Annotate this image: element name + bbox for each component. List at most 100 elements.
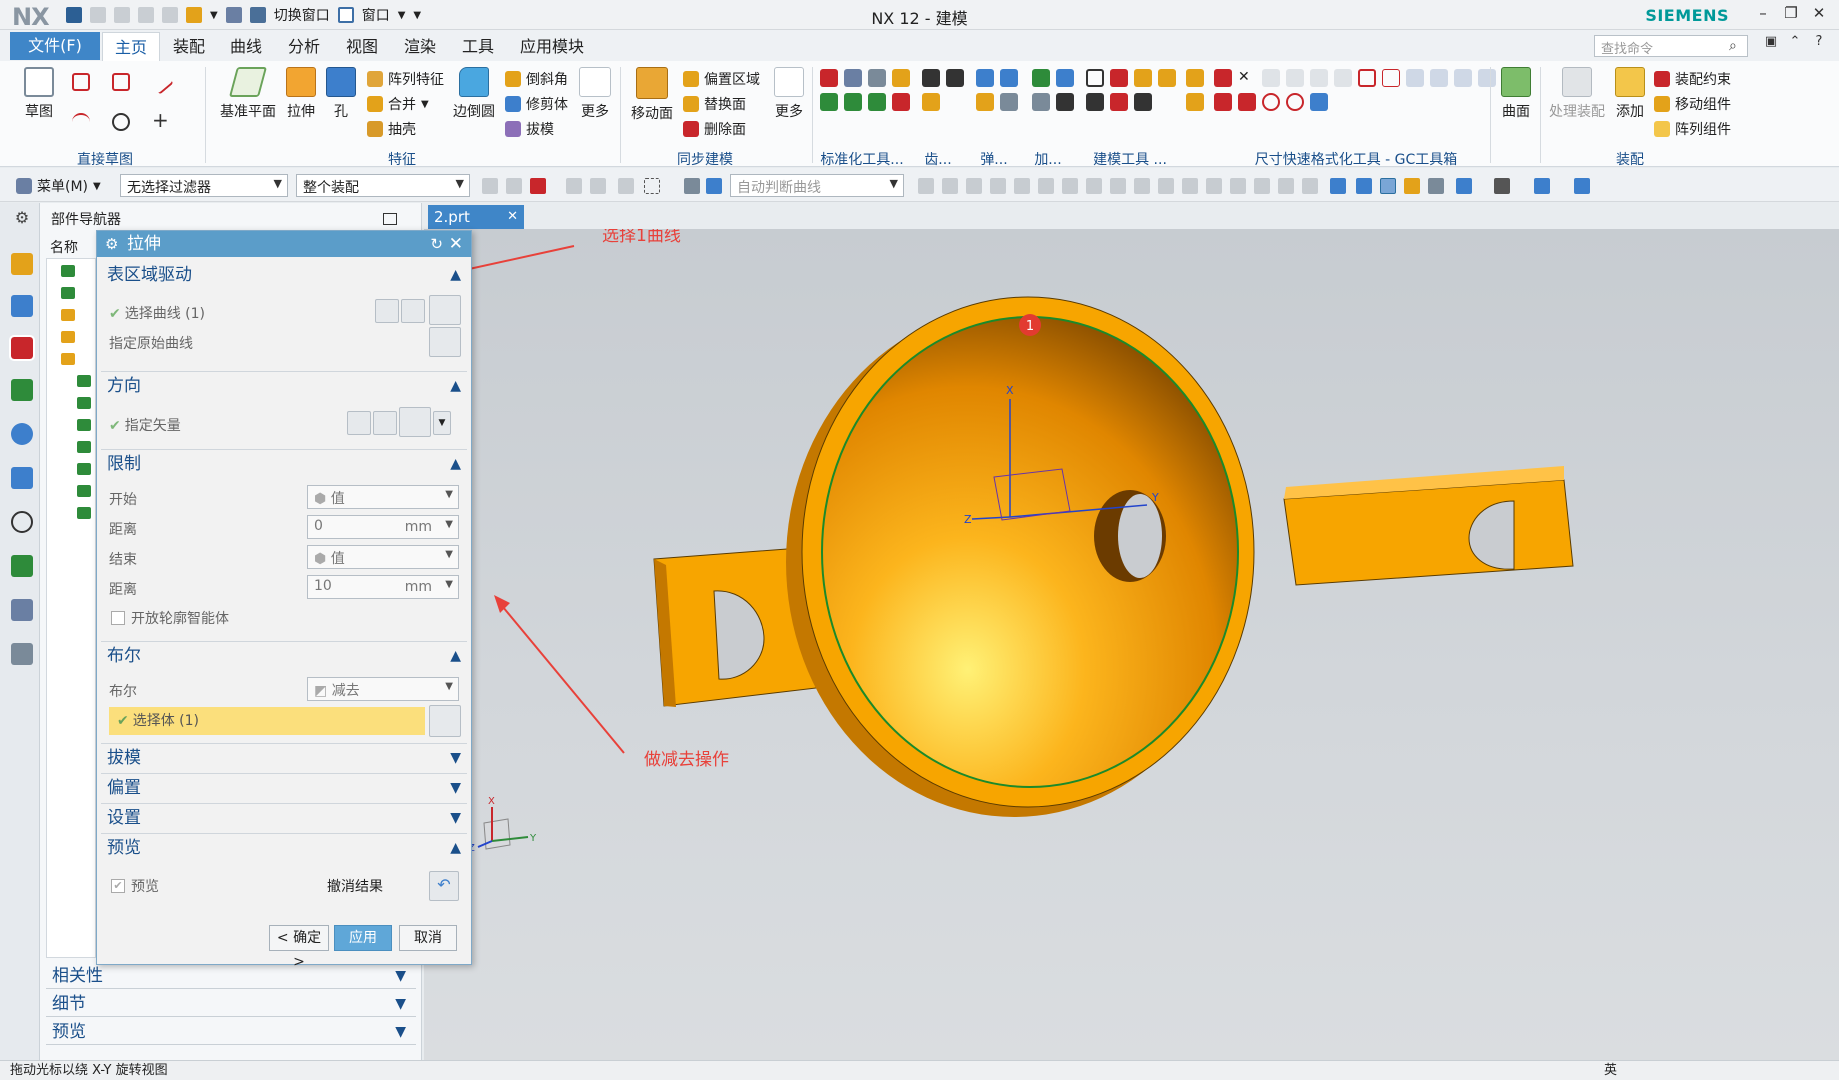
view-tool-icon[interactable]	[1428, 178, 1444, 194]
point-icon[interactable]: +	[152, 110, 170, 130]
chamfer-button[interactable]: 倒斜角	[505, 69, 568, 89]
hole-button[interactable]: 孔	[324, 67, 358, 121]
gear-icon[interactable]: ⚙	[11, 207, 33, 229]
view-tool-icon[interactable]	[1356, 178, 1372, 194]
rectangle-icon[interactable]	[112, 73, 130, 91]
section-header-limits[interactable]: 限制 ▲	[101, 449, 467, 477]
folder-icon[interactable]	[61, 309, 75, 321]
tab-analysis[interactable]: 分析	[278, 32, 330, 61]
snap-point-icon[interactable]	[942, 178, 958, 194]
build-tool-icon[interactable]	[1086, 69, 1104, 87]
section-header-settings[interactable]: 设置 ▼	[101, 803, 467, 831]
select-option-icon[interactable]	[684, 178, 700, 194]
preview-checkbox[interactable]: ✔	[111, 879, 125, 893]
paste-icon[interactable]	[162, 7, 178, 23]
end-option-select[interactable]: ⬢ 值 ▼	[307, 545, 459, 569]
render-style-icon[interactable]	[1494, 178, 1510, 194]
std-tool-icon[interactable]	[892, 93, 910, 111]
process-studio-icon[interactable]	[11, 599, 33, 621]
sketch-button[interactable]: 草图	[18, 67, 60, 121]
section-header-offset[interactable]: 偏置 ▼	[101, 773, 467, 801]
feature-icon[interactable]	[77, 419, 91, 431]
tab-render[interactable]: 渲染	[394, 32, 446, 61]
add-tool-icon[interactable]	[1032, 93, 1050, 111]
select-option-icon[interactable]	[644, 178, 660, 194]
sketch-section-icon[interactable]	[375, 299, 399, 323]
tab-view[interactable]: 视图	[336, 32, 388, 61]
reuse-library-icon[interactable]	[11, 379, 33, 401]
tab-curve[interactable]: 曲线	[220, 32, 272, 61]
build-tool-icon[interactable]	[1186, 69, 1204, 87]
snap-point-icon[interactable]	[1158, 178, 1174, 194]
chevron-down-icon[interactable]: ▼	[433, 411, 451, 435]
std-tool-icon[interactable]	[820, 69, 838, 87]
dim-tool-icon[interactable]	[1238, 93, 1256, 111]
gear-tool-icon[interactable]	[922, 93, 940, 111]
dim-tool-icon[interactable]	[1286, 93, 1304, 111]
build-tool-icon[interactable]	[1134, 69, 1152, 87]
snap-point-icon[interactable]	[1110, 178, 1126, 194]
pattern-component-button[interactable]: 阵列组件	[1654, 119, 1731, 139]
move-component-button[interactable]: 移动组件	[1654, 94, 1731, 114]
surface-button[interactable]: 曲面	[1498, 67, 1534, 121]
model-view[interactable]: 1 Y X Z 选择1曲线 做减去操作 X Y	[422, 226, 1839, 1060]
tree-node-icon[interactable]	[61, 287, 75, 299]
assembly-constraint-button[interactable]: 装配约束	[1654, 69, 1731, 89]
extrude-button[interactable]: 拉伸	[283, 67, 319, 121]
window-menu-button[interactable]: 窗口	[362, 5, 390, 25]
std-tool-icon[interactable]	[844, 69, 862, 87]
line-icon[interactable]	[148, 69, 174, 95]
feature-icon[interactable]	[77, 485, 91, 497]
touch-mode-icon[interactable]	[186, 7, 202, 23]
snap-point-icon[interactable]	[1014, 178, 1030, 194]
ribbon-options-icon[interactable]: ▣	[1760, 34, 1782, 56]
end-distance-input[interactable]: 10 mm ▼	[307, 575, 459, 599]
draft-button[interactable]: 拔模	[505, 119, 554, 139]
gear-tool-icon[interactable]	[946, 69, 964, 87]
dim-tool-icon[interactable]	[1478, 69, 1496, 87]
snap-point-icon[interactable]	[1086, 178, 1102, 194]
undo-result-button[interactable]: ↶	[429, 871, 459, 901]
start-option-select[interactable]: ⬢ 值 ▼	[307, 485, 459, 509]
build-tool-icon[interactable]	[1186, 93, 1204, 111]
customize-qa-icon[interactable]: ▼	[413, 10, 421, 21]
repeat-command-icon[interactable]	[225, 7, 242, 23]
system-materials-icon[interactable]	[11, 555, 33, 577]
undo-icon[interactable]	[90, 7, 106, 23]
specify-vector-row[interactable]: ✔ 指定矢量	[109, 415, 181, 435]
snap-point-icon[interactable]	[990, 178, 1006, 194]
std-tool-icon[interactable]	[868, 69, 886, 87]
dialog-title-bar[interactable]: 拉伸	[97, 231, 471, 257]
snap-point-icon[interactable]	[1182, 178, 1198, 194]
constraint-navigator-icon[interactable]	[11, 295, 33, 317]
view-orient-icon[interactable]	[1534, 178, 1550, 194]
std-tool-icon[interactable]	[868, 93, 886, 111]
main-menu-button[interactable]: 菜单(M) ▼	[16, 176, 101, 196]
close-button[interactable]: ✕	[1808, 4, 1830, 26]
web-browser-icon[interactable]	[11, 467, 33, 489]
tab-applications[interactable]: 应用模块	[514, 32, 590, 61]
datum-plane-button[interactable]: 基准平面	[218, 67, 278, 121]
build-tool-icon[interactable]	[1134, 93, 1152, 111]
chevron-down-icon[interactable]: ▼	[398, 10, 406, 21]
switch-window-button[interactable]: 切换窗口	[274, 5, 330, 25]
build-tool-icon[interactable]	[1086, 93, 1104, 111]
navigator-section-dependencies[interactable]: 相关性 ▼	[46, 963, 416, 989]
circle-icon[interactable]	[112, 113, 130, 131]
gear-icon[interactable]: ⚙	[105, 231, 118, 257]
navigator-section-details[interactable]: 细节 ▼	[46, 991, 416, 1017]
offset-region-button[interactable]: 偏置区域	[683, 69, 760, 89]
copy-icon[interactable]	[138, 7, 154, 23]
close-icon[interactable]: ✕	[449, 231, 463, 257]
restore-button[interactable]: ❐	[1780, 4, 1802, 26]
gear-tool-icon[interactable]	[922, 69, 940, 87]
more-features-button[interactable]: 更多	[576, 67, 614, 121]
curve-rule-select[interactable]: 自动判断曲线 ▼	[730, 174, 904, 197]
snap-point-icon[interactable]	[1062, 178, 1078, 194]
dim-tool-icon[interactable]: ✕	[1238, 69, 1256, 87]
select-curve-icon[interactable]	[401, 299, 425, 323]
add-tool-icon[interactable]	[1056, 93, 1074, 111]
ime-indicator[interactable]: 英	[1604, 1061, 1617, 1080]
column-header-name[interactable]: 名称	[46, 237, 96, 259]
edge-blend-button[interactable]: 边倒圆	[452, 67, 496, 121]
